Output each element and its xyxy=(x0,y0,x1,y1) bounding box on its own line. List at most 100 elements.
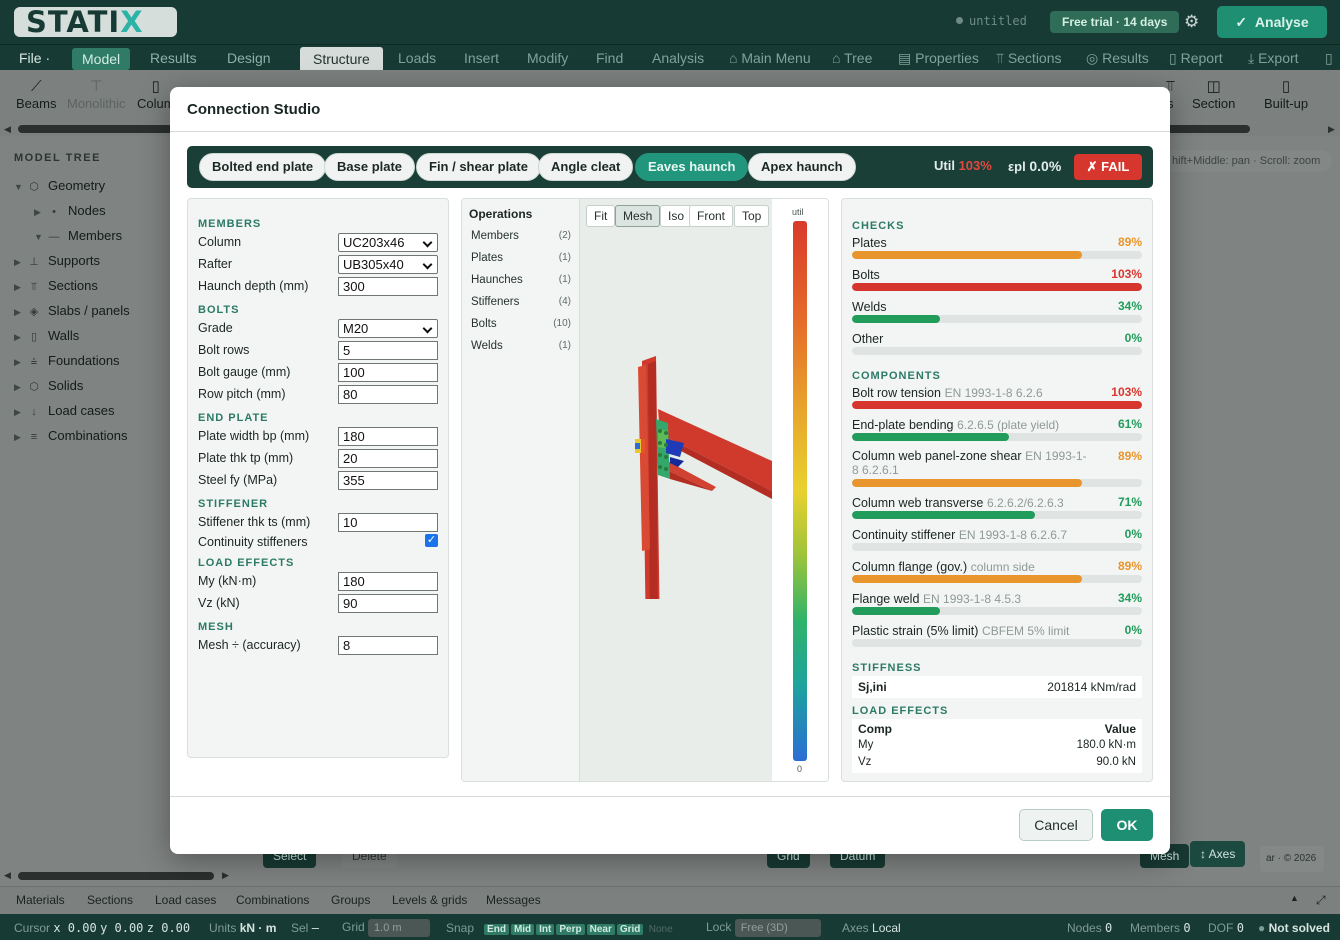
chevron-right-icon[interactable]: ▶ xyxy=(14,427,26,447)
column-tool[interactable]: ▯ Colum xyxy=(137,78,175,111)
view-front-button[interactable]: Front xyxy=(689,205,734,227)
chevron-right-icon[interactable]: ▶ xyxy=(14,327,26,347)
mode-design[interactable]: Design xyxy=(227,45,271,71)
chevron-right-icon[interactable]: ▶ xyxy=(14,352,26,372)
chevron-right-icon[interactable]: ▶ xyxy=(14,402,26,422)
view-fit-button[interactable]: Fit xyxy=(586,205,616,227)
file-menu[interactable]: File · xyxy=(19,45,50,71)
operation-item[interactable]: Plates (1) xyxy=(471,252,571,264)
snap-near[interactable]: Near xyxy=(586,924,615,935)
export-button[interactable]: ⤓ Export xyxy=(1248,45,1299,71)
continuity-stiffeners-checkbox[interactable]: ✓ xyxy=(425,534,438,547)
properties-button[interactable]: ▤ Properties xyxy=(898,45,979,71)
tab-materials[interactable]: Materials xyxy=(16,893,65,907)
section-props-tool[interactable]: ◫ Section xyxy=(1192,78,1235,111)
main-menu-button[interactable]: ⌂ Main Menu xyxy=(729,45,811,71)
gear-icon[interactable]: ⚙ xyxy=(1184,13,1201,30)
beams-tool[interactable]: ⟋ Beams xyxy=(16,78,56,111)
type-apex-haunch[interactable]: Apex haunch xyxy=(748,153,856,181)
monolithic-tool[interactable]: ⊤ Monolithic xyxy=(67,78,126,111)
lock-select[interactable]: Lock Free (3D) xyxy=(706,919,821,937)
trial-badge[interactable]: Free trial · 14 days xyxy=(1050,11,1180,33)
my-input[interactable]: 180 xyxy=(338,572,438,591)
tab-sections[interactable]: Sections xyxy=(87,893,133,907)
chevron-down-icon[interactable]: ▼ xyxy=(14,177,26,197)
chevron-right-icon[interactable]: ▶ xyxy=(34,202,46,222)
plate-thickness-input[interactable]: 20 xyxy=(338,449,438,468)
type-bolted-end-plate[interactable]: Bolted end plate xyxy=(199,153,327,181)
ok-button[interactable]: OK xyxy=(1101,809,1153,841)
tree-item-nodes[interactable]: ▶ • Nodes xyxy=(34,201,106,221)
sections-button[interactable]: ⫪ Sections xyxy=(996,45,1062,71)
tab-analysis[interactable]: Analysis xyxy=(652,45,704,71)
tree-item-slabs-panels[interactable]: ▶ ◈ Slabs / panels xyxy=(14,301,130,321)
report-button[interactable]: ▯ Report xyxy=(1169,45,1223,71)
tab-levels-grids[interactable]: Levels & grids xyxy=(392,893,467,907)
chevron-right-icon[interactable]: ▶ xyxy=(14,302,26,322)
tab-structure[interactable]: Structure xyxy=(300,47,383,71)
operation-item[interactable]: Haunches (1) xyxy=(471,274,571,286)
tree-item-walls[interactable]: ▶ ▯ Walls xyxy=(14,326,79,346)
chevron-right-icon[interactable]: ▶ xyxy=(14,252,26,272)
mesh-input[interactable]: 8 xyxy=(338,636,438,655)
type-eaves-haunch[interactable]: Eaves haunch xyxy=(635,153,749,181)
expand-icon[interactable]: ⤢ xyxy=(1316,893,1326,908)
type-angle-cleat[interactable]: Angle cleat xyxy=(538,153,634,181)
stiffener-thickness-input[interactable]: 10 xyxy=(338,513,438,532)
tab-find[interactable]: Find xyxy=(596,45,623,71)
overflow-icon[interactable]: ▯ xyxy=(1325,45,1333,71)
rafter-select[interactable]: UB305x40 xyxy=(338,255,438,274)
chevron-down-icon[interactable]: ▼ xyxy=(34,227,46,247)
tree-item-geometry[interactable]: ▼ ⬡ Geometry xyxy=(14,176,105,196)
tab-insert[interactable]: Insert xyxy=(464,45,499,71)
snap-perp[interactable]: Perp xyxy=(556,924,585,935)
tree-item-supports[interactable]: ▶ ⊥ Supports xyxy=(14,251,100,271)
cancel-button[interactable]: Cancel xyxy=(1019,809,1093,841)
tree-scroll-thumb[interactable] xyxy=(18,872,214,880)
3d-viewport[interactable]: Fit Mesh Iso Front Top xyxy=(580,199,772,781)
view-iso-button[interactable]: Iso xyxy=(660,205,693,227)
snap-mid[interactable]: Mid xyxy=(510,924,535,935)
tree-item-load-cases[interactable]: ▶ ↓ Load cases xyxy=(14,401,115,421)
axes-readout[interactable]: Axes Local xyxy=(842,921,901,935)
operation-item[interactable]: Bolts (10) xyxy=(471,318,571,330)
steel-fy-input[interactable]: 355 xyxy=(338,471,438,490)
chevron-right-icon[interactable]: ▶ xyxy=(14,277,26,297)
vz-input[interactable]: 90 xyxy=(338,594,438,613)
column-select[interactable]: UC203x46 xyxy=(338,233,438,252)
built-up-tool[interactable]: ▯ Built-up xyxy=(1264,78,1308,111)
operation-item[interactable]: Stiffeners (4) xyxy=(471,296,571,308)
haunch-depth-input[interactable]: 300 xyxy=(338,277,438,296)
tree-item-foundations[interactable]: ▶ ⩮ Foundations xyxy=(14,351,120,371)
tab-groups[interactable]: Groups xyxy=(331,893,370,907)
tree-item-combinations[interactable]: ▶ ≡ Combinations xyxy=(14,426,128,446)
collapse-icon[interactable]: ▲ xyxy=(1290,893,1299,903)
snap-int[interactable]: Int xyxy=(536,924,555,935)
tab-load-cases[interactable]: Load cases xyxy=(155,893,216,907)
bolt-gauge-input[interactable]: 100 xyxy=(338,363,438,382)
results-button[interactable]: ◎ Results xyxy=(1086,45,1149,71)
document-name[interactable]: untitled xyxy=(956,14,1027,28)
tab-loads[interactable]: Loads xyxy=(398,45,436,71)
tree-item-members[interactable]: ▼ — Members xyxy=(34,226,122,246)
grade-select[interactable]: M20 xyxy=(338,319,438,338)
snap-none[interactable]: None xyxy=(649,924,673,935)
view-top-button[interactable]: Top xyxy=(734,205,770,227)
view-mesh-button[interactable]: Mesh xyxy=(615,205,661,227)
operation-item[interactable]: Welds (1) xyxy=(471,340,571,352)
type-fin-shear-plate[interactable]: Fin / shear plate xyxy=(416,153,541,181)
grid-select[interactable]: Grid 1.0 m xyxy=(342,919,431,937)
mode-results[interactable]: Results xyxy=(150,45,197,71)
tree-item-solids[interactable]: ▶ ⬡ Solids xyxy=(14,376,83,396)
operation-item[interactable]: Members (2) xyxy=(471,230,571,242)
units-readout[interactable]: Units kN · m xyxy=(209,921,276,935)
tab-modify[interactable]: Modify xyxy=(527,45,568,71)
snap-end[interactable]: End xyxy=(484,924,509,935)
chevron-right-icon[interactable]: ▶ xyxy=(14,377,26,397)
axes-toggle[interactable]: ↕ Axes xyxy=(1190,841,1246,867)
type-base-plate[interactable]: Base plate xyxy=(324,153,416,181)
bolt-rows-input[interactable]: 5 xyxy=(338,341,438,360)
row-pitch-input[interactable]: 80 xyxy=(338,385,438,404)
scroll-left-icon[interactable]: ◀ xyxy=(4,124,11,135)
tree-item-sections[interactable]: ▶ ⫪ Sections xyxy=(14,276,98,296)
